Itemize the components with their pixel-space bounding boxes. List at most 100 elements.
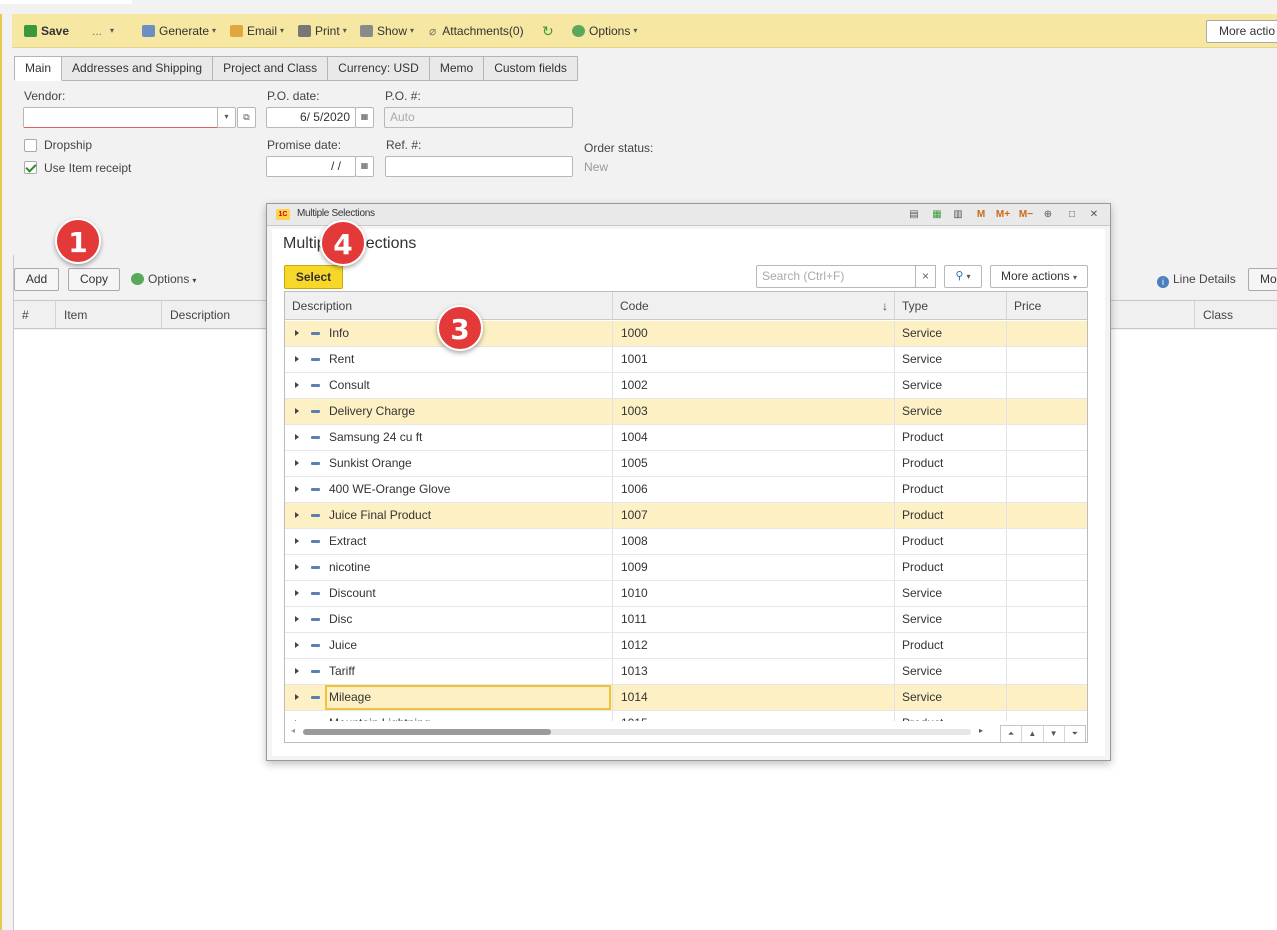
- code-cell[interactable]: 1004: [613, 425, 895, 450]
- type-cell[interactable]: Product: [895, 503, 1007, 528]
- options-button[interactable]: Options ▾: [572, 23, 637, 39]
- description-cell[interactable]: Delivery Charge: [285, 399, 613, 424]
- description-cell[interactable]: Mileage: [285, 685, 613, 710]
- tab-custom-fields[interactable]: Custom fields: [484, 56, 578, 81]
- description-cell[interactable]: Disc: [285, 607, 613, 632]
- save-button[interactable]: Save: [24, 23, 69, 39]
- show-button[interactable]: Show ▾: [360, 23, 414, 39]
- table-row[interactable]: Disc 1011 Service: [285, 607, 1087, 633]
- copy-button[interactable]: Copy: [68, 268, 120, 291]
- column-class[interactable]: Class: [1194, 301, 1277, 329]
- description-cell[interactable]: Sunkist Orange: [285, 451, 613, 476]
- expand-arrow-icon[interactable]: [295, 642, 299, 648]
- column-code[interactable]: Code ↓: [613, 292, 895, 320]
- more-commands-button[interactable]: ... ▾: [92, 23, 114, 39]
- table-row[interactable]: Tariff 1013 Service: [285, 659, 1087, 685]
- description-cell[interactable]: Mountain Lightning: [285, 711, 613, 721]
- type-cell[interactable]: Service: [895, 399, 1007, 424]
- description-cell[interactable]: Discount: [285, 581, 613, 606]
- price-cell[interactable]: [1007, 659, 1087, 684]
- last-page-icon[interactable]: ⏷: [1065, 726, 1085, 742]
- column-price[interactable]: Price: [1007, 292, 1087, 320]
- description-cell[interactable]: Juice Final Product: [285, 503, 613, 528]
- table-row[interactable]: Discount 1010 Service: [285, 581, 1087, 607]
- code-cell[interactable]: 1005: [613, 451, 895, 476]
- po-number-field[interactable]: Auto: [384, 107, 573, 128]
- column-number[interactable]: #: [14, 301, 56, 329]
- maximize-icon[interactable]: □: [1065, 208, 1079, 222]
- calendar-icon[interactable]: ▦: [355, 107, 374, 128]
- horizontal-scrollbar[interactable]: ◂ ▸: [285, 722, 1087, 742]
- calendar-icon[interactable]: ▦: [355, 156, 374, 177]
- expand-arrow-icon[interactable]: [295, 616, 299, 622]
- table-row[interactable]: Extract 1008 Product: [285, 529, 1087, 555]
- description-cell[interactable]: Rent: [285, 347, 613, 372]
- column-item[interactable]: Item: [56, 301, 162, 329]
- table-row[interactable]: Sunkist Orange 1005 Product: [285, 451, 1087, 477]
- type-cell[interactable]: Service: [895, 347, 1007, 372]
- select-button[interactable]: Select: [284, 265, 343, 289]
- tab-currency[interactable]: Currency: USD: [328, 56, 430, 81]
- expand-arrow-icon[interactable]: [295, 538, 299, 544]
- memory-plus-icon[interactable]: M+: [993, 208, 1013, 222]
- expand-arrow-icon[interactable]: [295, 564, 299, 570]
- type-cell[interactable]: Product: [895, 555, 1007, 580]
- price-cell[interactable]: [1007, 399, 1087, 424]
- code-cell[interactable]: 1015: [613, 711, 895, 721]
- line-details-button[interactable]: i Line Details: [1157, 272, 1236, 288]
- dialog-more-actions-button[interactable]: More actions ▾: [990, 265, 1088, 288]
- description-cell[interactable]: Samsung 24 cu ft: [285, 425, 613, 450]
- price-cell[interactable]: [1007, 633, 1087, 658]
- scroll-left-icon[interactable]: ◂: [291, 726, 295, 735]
- expand-arrow-icon[interactable]: [295, 694, 299, 700]
- description-cell[interactable]: Extract: [285, 529, 613, 554]
- next-page-icon[interactable]: ▼: [1044, 726, 1065, 742]
- code-cell[interactable]: 1011: [613, 607, 895, 632]
- code-cell[interactable]: 1003: [613, 399, 895, 424]
- code-cell[interactable]: 1014: [613, 685, 895, 710]
- type-cell[interactable]: Product: [895, 711, 1007, 721]
- type-cell[interactable]: Product: [895, 633, 1007, 658]
- tab-project-and-class[interactable]: Project and Class: [213, 56, 329, 81]
- expand-arrow-icon[interactable]: [295, 720, 299, 721]
- description-cell[interactable]: Consult: [285, 373, 613, 398]
- refresh-icon[interactable]: ↻: [542, 23, 554, 39]
- expand-arrow-icon[interactable]: [295, 330, 299, 336]
- description-cell[interactable]: Tariff: [285, 659, 613, 684]
- email-button[interactable]: Email ▾: [230, 23, 284, 39]
- price-cell[interactable]: [1007, 373, 1087, 398]
- expand-arrow-icon[interactable]: [295, 408, 299, 414]
- type-cell[interactable]: Service: [895, 607, 1007, 632]
- scroll-thumb[interactable]: [303, 729, 551, 735]
- previous-page-icon[interactable]: ▲: [1022, 726, 1044, 742]
- price-cell[interactable]: [1007, 321, 1087, 346]
- table-row[interactable]: Delivery Charge 1003 Service: [285, 399, 1087, 425]
- column-type[interactable]: Type: [895, 292, 1007, 320]
- expand-arrow-icon[interactable]: [295, 486, 299, 492]
- lines-options-button[interactable]: Options ▾: [131, 272, 196, 286]
- code-cell[interactable]: 1010: [613, 581, 895, 606]
- search-icon[interactable]: ⚲ ▾: [944, 265, 982, 288]
- calendar-icon[interactable]: ▥: [951, 208, 965, 222]
- price-cell[interactable]: [1007, 451, 1087, 476]
- price-cell[interactable]: [1007, 555, 1087, 580]
- search-input[interactable]: Search (Ctrl+F): [756, 265, 916, 288]
- memory-minus-icon[interactable]: M−: [1016, 208, 1036, 222]
- print-button[interactable]: Print ▾: [298, 23, 347, 39]
- code-cell[interactable]: 1001: [613, 347, 895, 372]
- tab-memo[interactable]: Memo: [429, 56, 485, 81]
- add-button[interactable]: Add: [14, 268, 59, 291]
- vendor-open-icon[interactable]: ⧉: [237, 107, 256, 128]
- code-cell[interactable]: 1008: [613, 529, 895, 554]
- vendor-field[interactable]: [23, 107, 219, 128]
- expand-arrow-icon[interactable]: [295, 460, 299, 466]
- code-cell[interactable]: 1002: [613, 373, 895, 398]
- tab-main[interactable]: Main: [14, 56, 63, 81]
- first-page-icon[interactable]: ⏶: [1001, 726, 1023, 742]
- code-cell[interactable]: 1013: [613, 659, 895, 684]
- type-cell[interactable]: Service: [895, 659, 1007, 684]
- table-row[interactable]: nicotine 1009 Product: [285, 555, 1087, 581]
- scroll-right-icon[interactable]: ▸: [979, 726, 983, 735]
- table-row[interactable]: Juice 1012 Product: [285, 633, 1087, 659]
- type-cell[interactable]: Service: [895, 373, 1007, 398]
